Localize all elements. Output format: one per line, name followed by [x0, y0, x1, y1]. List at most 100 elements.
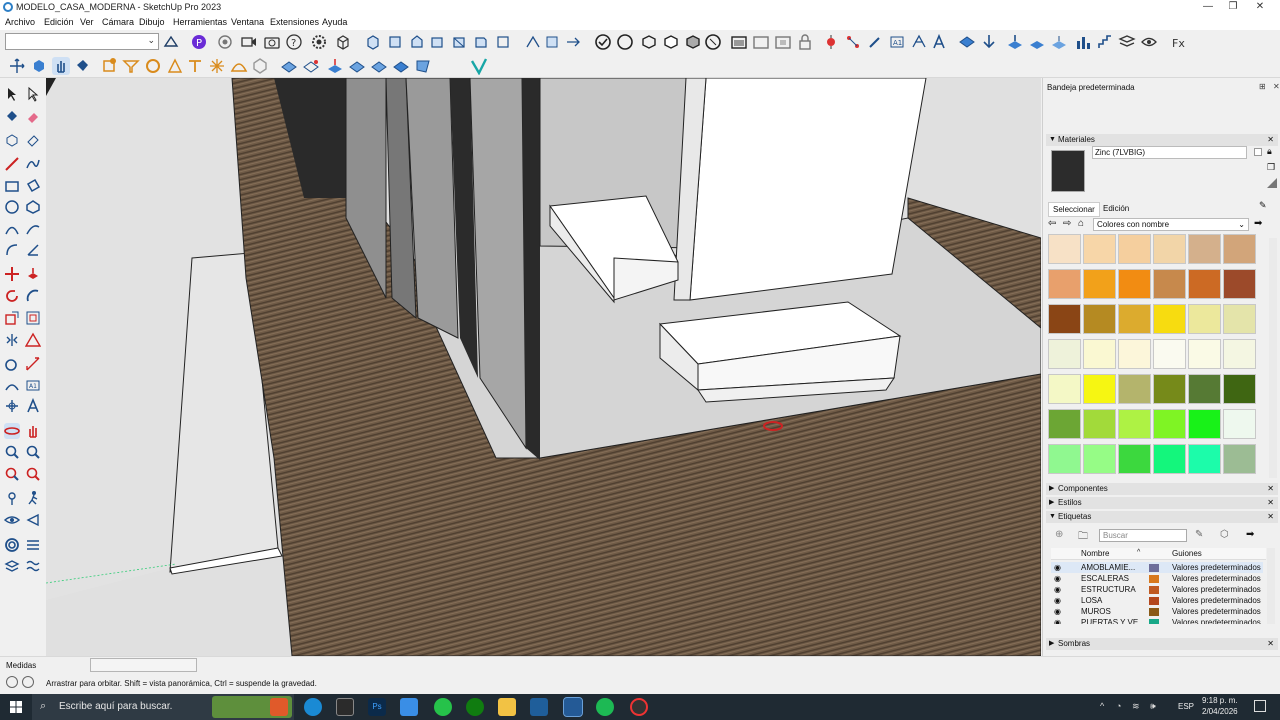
material-swatch[interactable]: [1188, 234, 1221, 264]
tag-color-icon[interactable]: ⬡: [1220, 529, 1229, 540]
component-tool-icon[interactable]: [4, 132, 20, 148]
material-swatch[interactable]: [1223, 304, 1256, 334]
network-icon[interactable]: ◔: [1116, 701, 1121, 711]
funnel-icon[interactable]: [122, 57, 140, 75]
tag-dash-value[interactable]: Valores predeterminados: [1172, 606, 1261, 617]
tag-row[interactable]: ◉ LOSA Valores predeterminados: [1051, 595, 1263, 606]
material-swatch[interactable]: [1188, 269, 1221, 299]
section-plane-tool-icon[interactable]: [25, 512, 41, 528]
eye-icon[interactable]: ◉: [1054, 617, 1064, 624]
eye-icon[interactable]: ◉: [1054, 573, 1064, 584]
tag-dash-value[interactable]: Valores predeterminados: [1172, 595, 1261, 606]
xbox-icon[interactable]: [466, 698, 484, 716]
photo-camera-icon[interactable]: [263, 33, 281, 51]
material-swatch[interactable]: [1153, 374, 1186, 404]
tag-row[interactable]: ◉ PUERTAS Y VE... Valores predeterminados: [1051, 617, 1263, 624]
material-swatch[interactable]: [1048, 234, 1081, 264]
dome-icon[interactable]: [230, 57, 248, 75]
sandbox-from-scratch-icon[interactable]: [302, 57, 320, 75]
zoom-extents-icon[interactable]: [4, 466, 20, 482]
material-swatch[interactable]: [1118, 374, 1151, 404]
photoshop-icon[interactable]: Ps: [368, 698, 386, 716]
store-icon[interactable]: [400, 698, 418, 716]
material-swatch[interactable]: [1118, 304, 1151, 334]
material-swatch[interactable]: [1118, 444, 1151, 474]
sample-paint-icon[interactable]: [1267, 178, 1277, 188]
sandbox-stamp-icon[interactable]: [980, 33, 998, 51]
tag-row[interactable]: ◉ ESTRUCTURA Valores predeterminados: [1051, 584, 1263, 595]
epic-games-icon[interactable]: [336, 698, 354, 716]
shaded-icon[interactable]: [684, 33, 702, 51]
freehand-icon[interactable]: [25, 156, 41, 172]
smoove-icon[interactable]: [326, 57, 344, 75]
tag-color-swatch[interactable]: [1149, 608, 1159, 616]
polygon-draw-icon[interactable]: [25, 199, 41, 215]
sketchup-viewer-icon[interactable]: [530, 698, 548, 716]
create-material-icon[interactable]: ❒: [1267, 162, 1275, 173]
material-swatch[interactable]: [1153, 409, 1186, 439]
material-swatch[interactable]: [1083, 444, 1116, 474]
material-swatch[interactable]: [1083, 234, 1116, 264]
language-indicator[interactable]: ESP: [1178, 702, 1194, 711]
offset-sun-icon[interactable]: [100, 57, 118, 75]
panel-close-icon[interactable]: ✕: [1267, 638, 1274, 650]
whatsapp-icon[interactable]: [434, 698, 452, 716]
rotated-rect-icon[interactable]: [25, 178, 41, 194]
lasso-select-icon[interactable]: [25, 86, 41, 102]
material-swatch[interactable]: [1188, 374, 1221, 404]
menu-archivo[interactable]: Archivo: [5, 17, 35, 27]
right-view-icon[interactable]: [428, 33, 446, 51]
iso-view-icon[interactable]: [364, 33, 382, 51]
red-point-icon[interactable]: [822, 33, 840, 51]
clock-date[interactable]: 2/04/2026: [1202, 707, 1238, 716]
material-swatch[interactable]: [1048, 374, 1081, 404]
warning-triangle-icon[interactable]: [24, 332, 42, 348]
protractor-icon[interactable]: [166, 57, 184, 75]
scale-tool-icon[interactable]: [4, 310, 20, 326]
paint-bucket-icon[interactable]: [74, 57, 92, 75]
column-guiones[interactable]: Guiones: [1172, 549, 1202, 558]
axes-tool-icon[interactable]: [4, 398, 20, 414]
shaded-textures-icon[interactable]: [704, 33, 722, 51]
extension-store-icon[interactable]: P: [190, 33, 208, 51]
menu-ayuda[interactable]: Ayuda: [322, 17, 347, 27]
menu-edicion[interactable]: Edición: [44, 17, 74, 27]
panel-close-icon[interactable]: ✕: [1267, 134, 1274, 146]
pen-icon[interactable]: [866, 33, 884, 51]
move-axes-icon[interactable]: [8, 57, 26, 75]
star-burst-icon[interactable]: [208, 57, 226, 75]
pin-icon[interactable]: ⊞: [1259, 82, 1266, 91]
tag-search-input[interactable]: Buscar: [1099, 529, 1187, 542]
back-view-icon[interactable]: [450, 33, 468, 51]
material-swatch[interactable]: [1223, 409, 1256, 439]
back-arrow-icon[interactable]: ⇦: [1048, 218, 1056, 229]
material-swatch[interactable]: [1083, 304, 1116, 334]
geo-location-icon[interactable]: [6, 676, 18, 688]
hand-pan-icon[interactable]: [52, 57, 70, 75]
position-camera-icon[interactable]: [4, 490, 20, 506]
notification-icon[interactable]: [1254, 700, 1266, 712]
tag-color-swatch[interactable]: [1149, 586, 1159, 594]
measurements-input[interactable]: [90, 658, 197, 672]
minimize-icon[interactable]: —: [1196, 0, 1220, 15]
add-folder-icon[interactable]: 🗀︎: [1078, 529, 1088, 546]
spotify-icon[interactable]: [596, 698, 614, 716]
text-a-icon[interactable]: [930, 33, 948, 51]
eye-icon[interactable]: [1140, 33, 1158, 51]
arc-3pt-icon[interactable]: [4, 242, 20, 258]
tab-edicion[interactable]: Edición: [1103, 204, 1129, 213]
walk-icon[interactable]: [25, 490, 41, 506]
pencil-icon[interactable]: ✎: [1195, 529, 1203, 540]
offset-tool-icon[interactable]: [25, 310, 41, 326]
menu-extensiones[interactable]: Extensiones: [270, 17, 319, 27]
shadows-panel-header[interactable]: ▶ Sombras ✕: [1046, 638, 1278, 650]
polygon-icon[interactable]: [251, 57, 269, 75]
material-swatch[interactable]: [1118, 409, 1151, 439]
menu-ver[interactable]: Ver: [80, 17, 94, 27]
hidden-line-icon[interactable]: [662, 33, 680, 51]
tag-color-swatch[interactable]: [1149, 619, 1159, 624]
eye-icon[interactable]: ◉: [1054, 562, 1064, 573]
pan-hand-icon[interactable]: [25, 423, 41, 439]
details-arrow-icon[interactable]: ➡: [1254, 218, 1262, 229]
look-around-icon[interactable]: [3, 512, 21, 528]
